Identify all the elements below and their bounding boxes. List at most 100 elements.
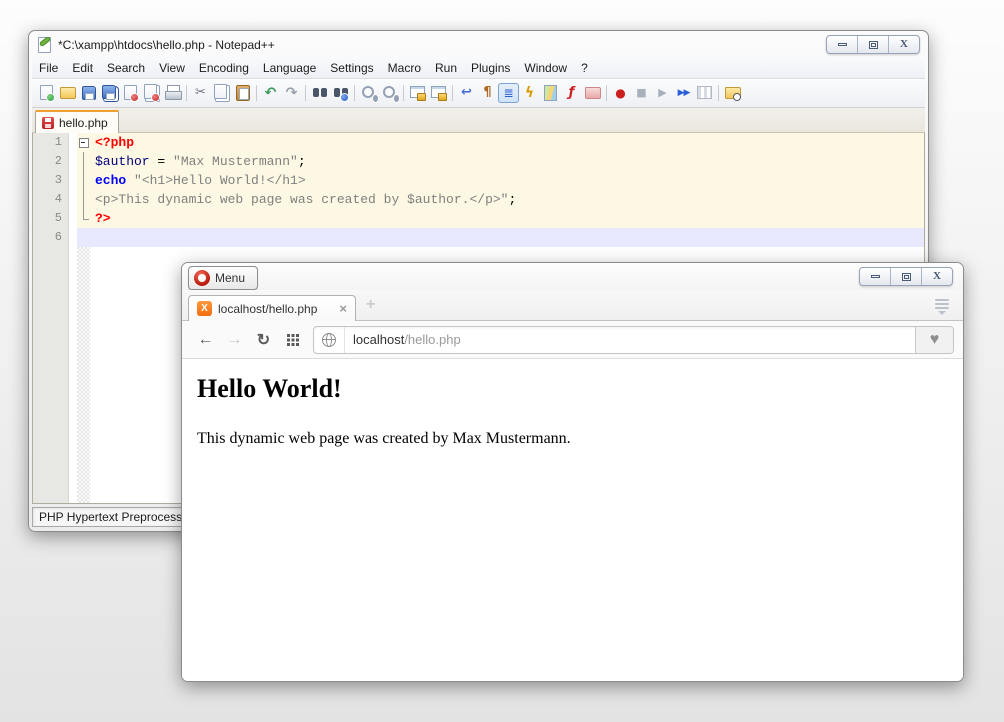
code-token: <?php: [95, 135, 134, 150]
macro-run-multiple-icon[interactable]: ▶▶: [673, 83, 694, 103]
new-tab-button[interactable]: +: [366, 297, 375, 313]
macro-record-icon[interactable]: ●: [610, 83, 631, 103]
menu-item-view[interactable]: View: [152, 59, 192, 77]
close-file-icon[interactable]: [120, 83, 141, 103]
globe-icon: [322, 333, 336, 347]
tab-hello-php[interactable]: hello.php: [35, 110, 119, 133]
paste-icon[interactable]: [232, 83, 253, 103]
line-number: 2: [33, 152, 69, 171]
close-button[interactable]: X: [889, 36, 919, 53]
line-number: 4: [33, 190, 69, 209]
copy-icon[interactable]: [211, 83, 232, 103]
close-all-icon[interactable]: [141, 83, 162, 103]
menu-item-run[interactable]: Run: [428, 59, 464, 77]
undo-icon[interactable]: ↶: [260, 83, 281, 103]
sync-horizontal-icon[interactable]: [428, 83, 449, 103]
menu-item-macro[interactable]: Macro: [381, 59, 428, 77]
sync-vertical-icon[interactable]: [407, 83, 428, 103]
open-file-icon[interactable]: [57, 83, 78, 103]
fold-marker[interactable]: [77, 190, 90, 209]
fold-marker[interactable]: [77, 228, 90, 247]
toolbar-icon[interactable]: [305, 85, 306, 101]
close-icon: X: [900, 39, 908, 50]
forward-button[interactable]: →: [220, 327, 249, 353]
redo-icon[interactable]: ↷: [281, 83, 302, 103]
opera-menu-button[interactable]: Menu: [188, 266, 258, 290]
code-token: ;: [298, 154, 306, 169]
bookmark-button[interactable]: ♥: [915, 327, 953, 353]
menu-item-file[interactable]: File: [32, 59, 65, 77]
menu-item-plugins[interactable]: Plugins: [464, 59, 517, 77]
fold-marker[interactable]: [77, 171, 90, 190]
fold-marker[interactable]: [77, 209, 90, 228]
menu-item-settings[interactable]: Settings: [323, 59, 380, 77]
word-wrap-icon[interactable]: ↩: [456, 83, 477, 103]
tab-close-icon[interactable]: ×: [339, 302, 347, 315]
code-line: 4 <p>This dynamic web page was created b…: [33, 190, 924, 209]
save-icon[interactable]: [78, 83, 99, 103]
close-button[interactable]: X: [922, 268, 952, 285]
notepad-title-bar[interactable]: *C:\xampp\htdocs\hello.php - Notepad++ X: [32, 31, 925, 58]
fold-marker[interactable]: [77, 133, 90, 152]
maximize-button[interactable]: [891, 268, 922, 285]
fold-marker[interactable]: [77, 152, 90, 171]
user-defined-language-icon[interactable]: ϟ: [519, 83, 540, 103]
tab-menu-icon[interactable]: [935, 299, 949, 315]
address-bar[interactable]: localhost/hello.php ♥: [313, 326, 954, 354]
heart-icon: ♥: [930, 331, 940, 349]
show-all-characters-icon[interactable]: ¶: [477, 83, 498, 103]
function-list-icon[interactable]: ƒ: [561, 83, 582, 103]
code-text: <?php: [90, 133, 924, 152]
print-icon[interactable]: [162, 83, 183, 103]
toolbar-icon[interactable]: [186, 85, 187, 101]
code-token: "<h1>Hello World!</h1>: [134, 173, 306, 188]
toolbar-icon[interactable]: [403, 85, 404, 101]
code-line: 1 <?php: [33, 133, 924, 152]
grid-icon: [287, 334, 299, 346]
toolbar-icon[interactable]: [256, 85, 257, 101]
macro-play-icon[interactable]: ▶: [652, 83, 673, 103]
replace-icon[interactable]: [330, 83, 351, 103]
code-token: [126, 173, 134, 188]
toolbar-icon[interactable]: [606, 85, 607, 101]
macro-save-icon[interactable]: [694, 83, 715, 103]
maximize-button[interactable]: [858, 36, 889, 53]
unsaved-file-icon: [42, 117, 54, 129]
url-host: localhost: [353, 332, 404, 347]
zoom-out-icon[interactable]: [379, 83, 400, 103]
menu-item-edit[interactable]: Edit: [65, 59, 100, 77]
tab-localhost-hello-php[interactable]: X localhost/hello.php ×: [188, 295, 356, 321]
menu-item-language[interactable]: Language: [256, 59, 323, 77]
toolbar-icon[interactable]: [452, 85, 453, 101]
code-token: ;: [508, 192, 516, 207]
menu-item-search[interactable]: Search: [100, 59, 152, 77]
menu-item-encoding[interactable]: Encoding: [192, 59, 256, 77]
site-badge[interactable]: [314, 327, 345, 353]
code-lines: 1 <?php 2 $author = "Max Mustermann"; 3: [33, 133, 924, 247]
speed-dial-button[interactable]: [278, 327, 307, 353]
find-icon[interactable]: [309, 83, 330, 103]
code-token: echo: [95, 173, 126, 188]
browser-title-bar[interactable]: Menu X: [182, 263, 963, 290]
menu-item-help[interactable]: ?: [574, 59, 595, 77]
minimize-button[interactable]: [827, 36, 858, 53]
indent-guide-icon[interactable]: ≣: [498, 83, 519, 103]
back-button[interactable]: ←: [191, 327, 220, 353]
save-all-icon[interactable]: [99, 83, 120, 103]
new-file-icon[interactable]: [36, 83, 57, 103]
macro-stop-icon[interactable]: ■: [631, 83, 652, 103]
menu-item-window[interactable]: Window: [517, 59, 574, 77]
folder-as-workspace-icon[interactable]: [582, 83, 603, 103]
document-map-icon[interactable]: [540, 83, 561, 103]
cut-icon[interactable]: ✂: [190, 83, 211, 103]
toolbar-icon[interactable]: [354, 85, 355, 101]
close-icon: X: [933, 271, 941, 282]
zoom-in-icon[interactable]: [358, 83, 379, 103]
reload-button[interactable]: ↻: [249, 327, 278, 353]
url-text[interactable]: localhost/hello.php: [345, 332, 461, 347]
toolbar-icon[interactable]: [718, 85, 719, 101]
code-text: echo "<h1>Hello World!</h1>: [90, 171, 924, 190]
code-text: $author = "Max Mustermann";: [90, 152, 924, 171]
monitoring-icon[interactable]: [722, 83, 743, 103]
minimize-button[interactable]: [860, 268, 891, 285]
